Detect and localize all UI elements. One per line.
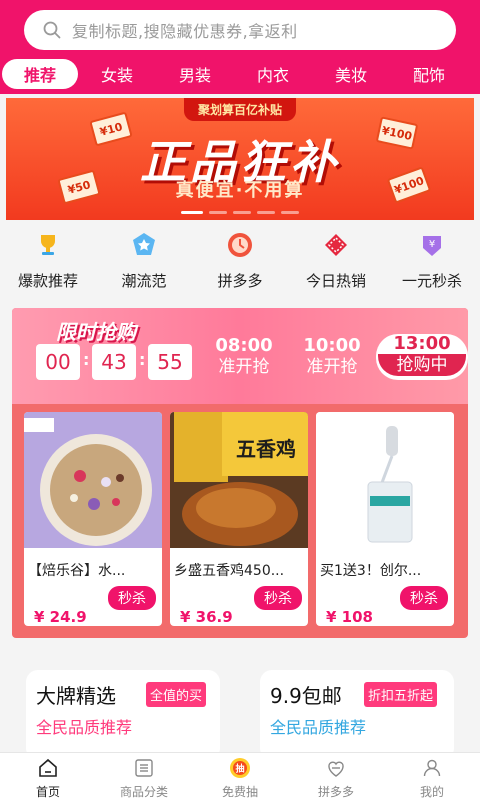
brand-card-badge: 折扣五折起 [364,682,438,707]
countdown-minutes: 43 [92,344,136,380]
tab-recommend[interactable]: 推荐 [2,59,78,89]
category-label: 拼多多 [217,272,263,290]
brand-card-subtitle: 全民品质推荐 [270,718,367,737]
category-pdd[interactable]: 拼多多 [192,226,288,300]
flash-tag[interactable]: 秒杀 [108,586,156,610]
yen-bag-icon: ¥ [423,236,441,256]
promo-banner[interactable]: 聚划算百亿补贴 ¥10 ¥100 ¥50 ¥100 正品狂补 真便宜·不用算 [6,98,474,220]
carousel-indicator [6,211,474,214]
brand-card-badge: 全值的买 [146,682,207,707]
svg-text:五香鸡: 五香鸡 [236,437,296,461]
banner-subtitle: 真便宜·不用算 [175,180,305,201]
time-slot-1000[interactable]: 10:00 准开抢 [290,336,374,382]
svg-text:¥: ¥ [429,239,435,250]
product-name: 乡盛五香鸡450... [174,563,285,579]
countdown-seconds: 55 [148,344,192,380]
svg-text:抽: 抽 [235,763,244,775]
star-badge-icon [133,233,155,255]
product-card[interactable]: 五香鸡 乡盛五香鸡450... 秒杀 ¥ 36.9 [170,412,308,626]
slot-time: 10:00 [303,335,361,356]
tab-underwear[interactable]: 内衣 [234,59,312,89]
nav-label: 免费抽 [221,785,258,799]
search-bar[interactable]: 复制标题,搜隐藏优惠券,拿返利 [24,10,456,50]
brand-card-subtitle: 全民品质推荐 [36,718,133,737]
carousel-dot [233,211,251,214]
list-icon [135,759,153,777]
category-hot[interactable]: 爆款推荐 [0,226,96,300]
carousel-dot [209,211,227,214]
slot-status: 抢购中 [378,354,466,376]
banner-ribbon: 聚划算百亿补贴 [183,98,297,121]
flash-tag[interactable]: 秒杀 [400,586,448,610]
slot-status: 准开抢 [306,357,358,377]
carousel-dot [181,211,203,214]
slot-status: 准开抢 [218,357,270,377]
product-image: 五香鸡 [170,412,308,548]
clock-icon [228,233,252,257]
carousel-dot [257,211,275,214]
nav-free-draw[interactable]: 抽 免费抽 [192,753,288,800]
brand-card-title: 9.9包邮 [270,684,342,708]
nav-label: 拼多多 [317,785,354,799]
product-price: ¥ 24.9 [34,608,87,626]
lottery-icon: 抽 [230,758,250,778]
category-label: 今日热销 [305,272,366,290]
nav-label: 我的 [419,785,444,799]
flash-sale-title: 限时抢购 [56,320,136,344]
flash-tag[interactable]: 秒杀 [254,586,302,610]
category-label: 一元秒杀 [401,272,462,290]
category-label: 潮流范 [121,272,167,290]
trophy-icon [41,235,55,255]
tab-womens[interactable]: 女装 [78,59,156,89]
category-tabs: 推荐 女装 男装 内衣 美妆 配饰 [0,58,480,90]
nav-categories[interactable]: 商品分类 [96,753,192,800]
category-trend[interactable]: 潮流范 [96,226,192,300]
countdown-separator: : [139,350,146,369]
heart-icon [328,761,344,777]
product-price: ¥ 108 [326,608,373,626]
category-label: 爆款推荐 [17,272,78,290]
product-image [24,412,162,548]
user-icon [423,759,441,777]
search-icon [43,21,61,39]
product-name: 【焙乐谷】水... [28,563,126,579]
category-hot-sale[interactable]: 今日热销 [288,226,384,300]
nav-home[interactable]: 首页 [0,753,96,800]
brand-card-title: 大牌精选 [36,684,116,708]
product-image [316,412,454,548]
nav-label: 商品分类 [119,785,168,799]
nav-mine[interactable]: 我的 [384,753,480,800]
carousel-dot [281,211,299,214]
time-slot-0800[interactable]: 08:00 准开抢 [202,336,286,382]
tab-accessories[interactable]: 配饰 [390,59,468,89]
product-name: 买1送3！创尔... [320,563,422,579]
tab-makeup[interactable]: 美妆 [312,59,390,89]
product-card[interactable]: 【焙乐谷】水... 秒杀 ¥ 24.9 [24,412,162,626]
tab-mens[interactable]: 男装 [156,59,234,89]
search-placeholder[interactable]: 复制标题,搜隐藏优惠券,拿返利 [72,18,298,42]
countdown-hours: 00 [36,344,80,380]
category-one-yuan[interactable]: ¥ 一元秒杀 [384,226,480,300]
header: 复制标题,搜隐藏优惠券,拿返利 推荐 女装 男装 内衣 美妆 配饰 [0,0,480,94]
flash-sale-header: 限时抢购 00 : 43 : 55 08:00 准开抢 10:00 准开抢 13… [12,308,468,404]
nav-label: 首页 [35,785,60,799]
time-slot-1300[interactable]: 13:00 抢购中 [376,334,468,380]
nav-pdd[interactable]: 拼多多 [288,753,384,800]
quick-categories: 爆款推荐 潮流范 拼多多 今日热销 ¥ 一元秒杀 [0,226,480,300]
product-price: ¥ 36.9 [180,608,233,626]
countdown-separator: : [83,350,90,369]
slot-time: 08:00 [215,335,273,356]
flash-sale-section: 限时抢购 00 : 43 : 55 08:00 准开抢 10:00 准开抢 13… [12,308,468,638]
product-card[interactable]: 买1送3！创尔... 秒杀 ¥ 108 [316,412,454,626]
slot-time: 13:00 [393,333,451,354]
bottom-nav: 首页 商品分类 抽 免费抽 拼多多 我的 [0,752,480,800]
brand-card-top-picks[interactable]: 大牌精选 全值的买 全民品质推荐 [26,670,220,760]
home-icon [39,758,57,777]
brand-card-free-shipping[interactable]: 9.9包邮 折扣五折起 全民品质推荐 [260,670,454,760]
gift-icon [325,234,347,256]
